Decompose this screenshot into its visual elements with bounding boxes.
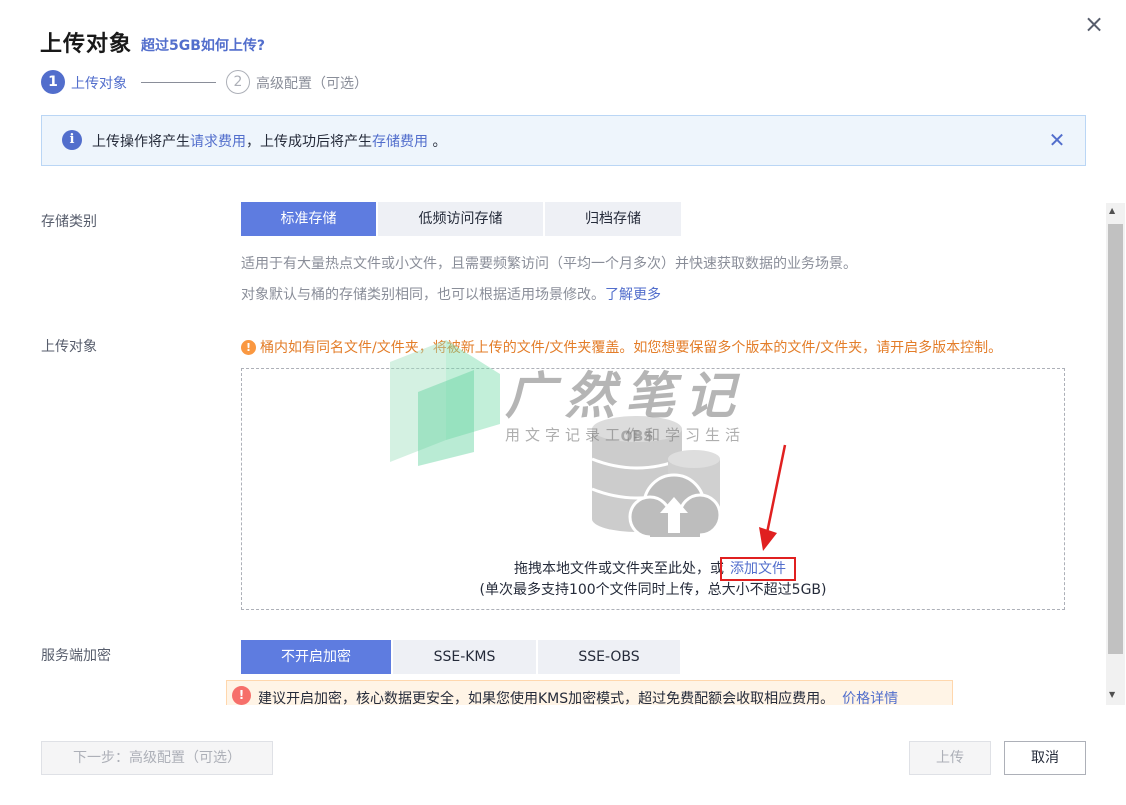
storage-class-note-text: 对象默认与桶的存储类别相同，也可以根据适用场景修改。 <box>241 287 605 303</box>
storage-infrequent-button[interactable]: 低频访问存储 <box>378 202 543 236</box>
info-icon: i <box>62 130 82 150</box>
encryption-off-button[interactable]: 不开启加密 <box>241 640 391 674</box>
learn-more-link[interactable]: 了解更多 <box>605 287 661 303</box>
scroll-thumb[interactable] <box>1108 224 1123 654</box>
overwrite-warning-text: 桶内如有同名文件/文件夹，将被新上传的文件/文件夹覆盖。如您想要保留多个版本的文… <box>260 340 1003 356</box>
banner-close-icon[interactable]: ✕ <box>1046 128 1068 152</box>
upload-limit-text: (单次最多支持100个文件同时上传，总大小不超过5GB) <box>479 582 827 598</box>
pricing-details-link[interactable]: 价格详情 <box>842 691 898 707</box>
watermark-logo-icon <box>390 340 500 466</box>
storage-class-note: 对象默认与桶的存储类别相同，也可以根据适用场景修改。了解更多 <box>241 284 661 304</box>
banner-text-1: 上传操作将产生 <box>92 134 190 150</box>
overwrite-warning: ! 桶内如有同名文件/文件夹，将被新上传的文件/文件夹覆盖。如您想要保留多个版本的… <box>241 337 1002 357</box>
encryption-notice-text: 建议开启加密，核心数据更安全，如果您使用KMS加密模式，超过免费配额会收取相应费… <box>258 688 898 708</box>
watermark-subtitle: 用文字记录工作和学习生活 <box>505 426 746 444</box>
dialog-title: 上传对象 <box>40 32 133 57</box>
storage-archive-button[interactable]: 归档存储 <box>545 202 681 236</box>
banner-text-3: 。 <box>428 134 447 150</box>
step-1-circle: 1 <box>41 70 65 94</box>
step-connector <box>141 82 216 83</box>
encryption-sse-obs-button[interactable]: SSE-OBS <box>538 640 680 674</box>
banner-text: 上传操作将产生请求费用，上传成功后将产生存储费用 。 <box>92 131 446 151</box>
step-2-circle[interactable]: 2 <box>226 70 250 94</box>
step-2-label[interactable]: 高级配置（可选） <box>256 73 368 93</box>
next-step-button[interactable]: 下一步：高级配置（可选） <box>41 741 273 775</box>
close-dialog-icon[interactable]: × <box>1080 10 1108 38</box>
storage-fee-link[interactable]: 存储费用 <box>372 134 428 150</box>
warning-icon: ! <box>241 340 256 355</box>
storage-standard-button[interactable]: 标准存储 <box>241 202 376 236</box>
cancel-button[interactable]: 取消 <box>1004 741 1086 775</box>
annotation-arrow-icon <box>759 444 787 551</box>
encryption-notice-message: 建议开启加密，核心数据更安全，如果您使用KMS加密模式，超过免费配额会收取相应费… <box>258 691 835 707</box>
step-1-label: 上传对象 <box>71 76 127 92</box>
encryption-sse-kms-button[interactable]: SSE-KMS <box>393 640 536 674</box>
scroll-up-icon[interactable]: ▲ <box>1109 206 1115 215</box>
banner-text-2: ，上传成功后将产生 <box>246 134 372 150</box>
request-fee-link[interactable]: 请求费用 <box>190 134 246 150</box>
drop-instruction-text: 拖拽本地文件或文件夹至此处，或 <box>514 561 724 577</box>
alert-icon: ! <box>232 686 251 705</box>
upload-object-label: 上传对象 <box>41 339 97 355</box>
add-file-link[interactable]: 添加文件 <box>720 557 796 581</box>
upload-over-5gb-link[interactable]: 超过5GB如何上传? <box>141 35 265 55</box>
upload-button[interactable]: 上传 <box>909 741 991 775</box>
scroll-down-icon[interactable]: ▼ <box>1109 690 1115 699</box>
storage-class-desc: 适用于有大量热点文件或小文件，且需要频繁访问（平均一个月多次）并快速获取数据的业… <box>241 256 857 272</box>
watermark-title: 广然笔记 <box>505 366 745 425</box>
storage-class-label: 存储类别 <box>41 214 97 230</box>
encryption-label: 服务端加密 <box>41 648 111 664</box>
drop-instruction: 拖拽本地文件或文件夹至此处，或 添加文件 <box>241 557 1065 581</box>
